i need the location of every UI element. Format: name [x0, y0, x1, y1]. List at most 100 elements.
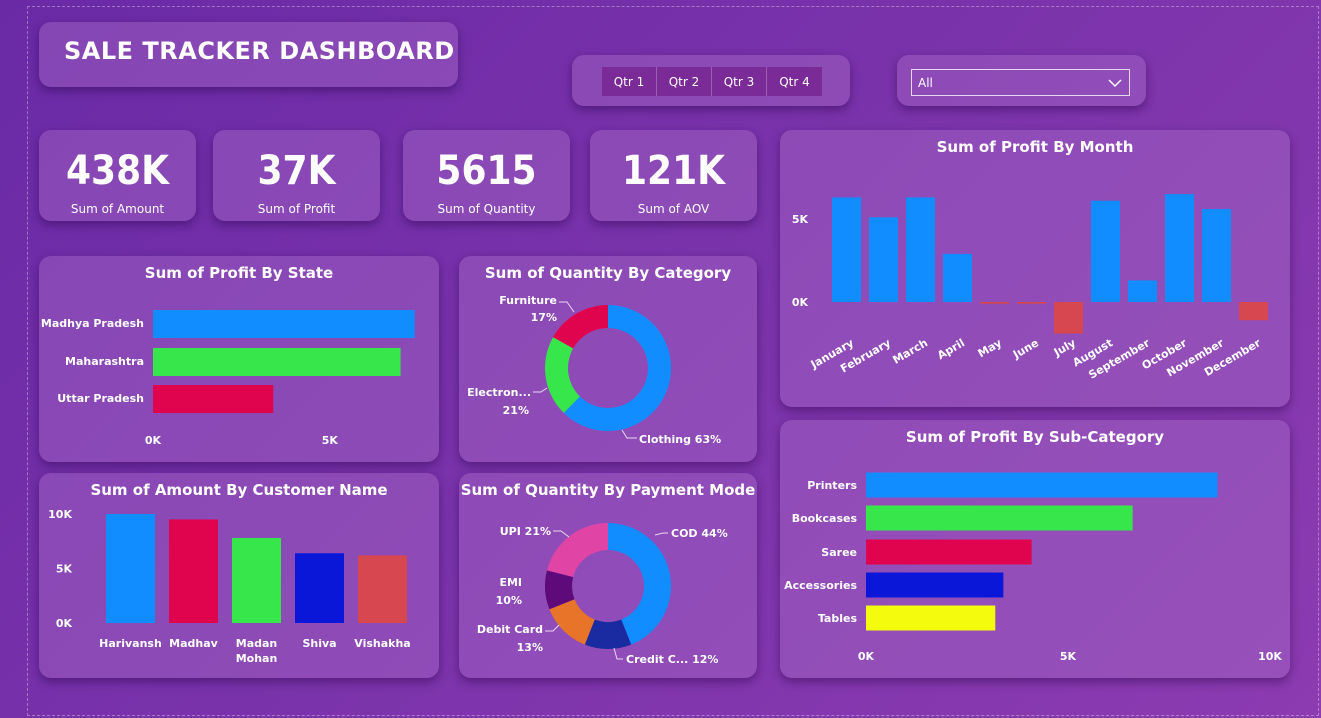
month-bar [943, 253, 972, 302]
dropdown-slicer: All [897, 55, 1146, 106]
state-label: Maharashtra [65, 355, 144, 368]
subcategory-bar [866, 539, 1032, 565]
x-tick-label: 10K [1258, 650, 1282, 663]
subcategory-label: Tables [818, 612, 858, 625]
x-tick-label: 5K [1060, 650, 1077, 663]
slice-pct-electronics: 21% [503, 404, 529, 417]
filter-dropdown[interactable]: All [911, 69, 1130, 96]
y-tick-label: 5K [792, 213, 809, 226]
y-tick-label: 10K [48, 508, 72, 521]
slice-pct-debit: 13% [517, 641, 543, 654]
subcategory-bar [866, 605, 996, 631]
kpi-value: 438K [65, 148, 169, 194]
month-bar [869, 217, 898, 302]
profit-by-month-card: Sum of Profit By Month 5K 0K January Februa… [780, 130, 1290, 407]
leader-line [654, 532, 668, 536]
slice-label-cod: COD 44% [671, 527, 728, 540]
leader-line [553, 530, 570, 538]
subcategory-bar [866, 472, 1218, 498]
kpi-label: Sum of AOV [637, 202, 710, 216]
kpi-card-profit: 37K Sum of Profit [213, 130, 380, 221]
month-bar [1017, 302, 1046, 304]
quantity-by-payment-card: Sum of Quantity By Payment Mode COD 44% C… [459, 473, 757, 678]
quantity-by-category-chart: Clothing 63% Electron... 21% Furniture 17% [467, 294, 721, 446]
x-tick-label: Harivansh [99, 637, 162, 650]
month-bar [980, 302, 1009, 304]
state-bar [153, 348, 401, 376]
month-bar [906, 197, 935, 302]
slice-label-furniture: Furniture [499, 294, 557, 307]
leader-line [545, 624, 560, 632]
kpi-card-aov: 121K Sum of AOV [590, 130, 757, 221]
customer-bar [295, 553, 344, 623]
leader-line [559, 301, 575, 313]
month-bar [1202, 209, 1231, 302]
month-bar [1128, 280, 1157, 302]
state-bar [153, 310, 415, 338]
customer-bar [232, 537, 281, 623]
qtr-2-button[interactable]: Qtr 2 [657, 67, 712, 96]
slice-label-emi: EMI [499, 576, 522, 589]
subcategory-label: Printers [807, 479, 857, 492]
state-label: Madhya Pradesh [41, 317, 144, 330]
qtr-4-button[interactable]: Qtr 4 [767, 67, 822, 96]
title-card: SALE TRACKER DASHBOARD [39, 22, 458, 87]
category-slice [545, 337, 580, 413]
quantity-by-category-card: Sum of Quantity By Category Clothing 63%… [459, 256, 757, 462]
kpi-card-amount: 438K Sum of Amount [39, 130, 196, 221]
x-tick-label: April [935, 336, 967, 362]
leader-line [533, 387, 548, 393]
profit-by-state-card: Sum of Profit By State Madhya Pradesh Mah… [39, 256, 439, 462]
amount-by-customer-card: Sum of Amount By Customer Name 10K 5K 0K Ha… [39, 473, 439, 678]
x-tick-label: March [890, 336, 930, 366]
x-tick-label: 0K [858, 650, 875, 663]
leader-line [613, 647, 623, 660]
profit-by-state-chart: Madhya Pradesh Maharashtra Uttar Pradesh 0K… [41, 310, 415, 447]
customer-bar [358, 555, 407, 623]
profit-by-subcategory-chart: Printers Bookcases Saree Accessories Tables 0… [784, 472, 1282, 663]
qtr-3-button[interactable]: Qtr 3 [712, 67, 767, 96]
state-bar [153, 385, 274, 413]
x-tick-label: Madhav [169, 637, 218, 650]
slice-label-upi: UPI 21% [500, 525, 551, 538]
slice-pct-emi: 10% [496, 594, 522, 607]
customer-bar [106, 514, 155, 623]
x-tick-label: June [1010, 336, 1041, 361]
slice-pct-furniture: 17% [531, 311, 557, 324]
y-tick-label: 0K [792, 296, 809, 309]
profit-by-month-chart: 5K0KJanuaryFebruaryMarch April May June July… [792, 194, 1268, 382]
kpi-label: Sum of Quantity [437, 202, 536, 216]
quarter-slicer: Qtr 1 Qtr 2 Qtr 3 Qtr 4 [572, 55, 850, 106]
month-bar [1165, 194, 1194, 302]
state-label: Uttar Pradesh [57, 392, 144, 405]
kpi-label: Sum of Amount [70, 202, 165, 216]
x-tick-label: Madan [236, 637, 278, 650]
dropdown-value: All [918, 76, 933, 90]
customer-bar [169, 519, 218, 623]
slice-label-debit: Debit Card [477, 623, 543, 636]
profit-by-subcategory-card: Sum of Profit By Sub-Category Printers Bo… [780, 420, 1290, 678]
leader-line [621, 429, 637, 439]
x-tick-label: 0K [145, 434, 162, 447]
y-tick-label: 0K [56, 617, 73, 630]
subcategory-bar [866, 505, 1133, 531]
chevron-down-icon [1108, 79, 1122, 88]
qtr-1-button[interactable]: Qtr 1 [602, 67, 657, 96]
x-tick-label: Mohan [236, 652, 278, 665]
x-tick-label: May [976, 336, 1004, 360]
month-bar [1091, 200, 1120, 302]
x-tick-label: Vishakha [354, 637, 410, 650]
subcategory-bar [866, 572, 1004, 598]
amount-by-customer-chart: 10K 5K 0K Harivansh Madhav Madan Mohan Shiva Vis… [48, 508, 411, 665]
subcategory-label: Accessories [784, 579, 857, 592]
x-tick-label: 5K [322, 434, 339, 447]
y-tick-label: 5K [56, 563, 73, 576]
month-bar [1239, 302, 1268, 321]
quantity-by-payment-chart: COD 44% Credit C... 12% Debit Card 13% EMI 10… [477, 523, 728, 666]
slice-label-clothing: Clothing 63% [639, 433, 721, 446]
slice-label-credit: Credit C... 12% [626, 653, 718, 666]
kpi-value: 121K [621, 148, 725, 194]
x-tick-label: Shiva [302, 637, 336, 650]
kpi-value: 37K [257, 148, 336, 194]
kpi-label: Sum of Profit [257, 202, 336, 216]
